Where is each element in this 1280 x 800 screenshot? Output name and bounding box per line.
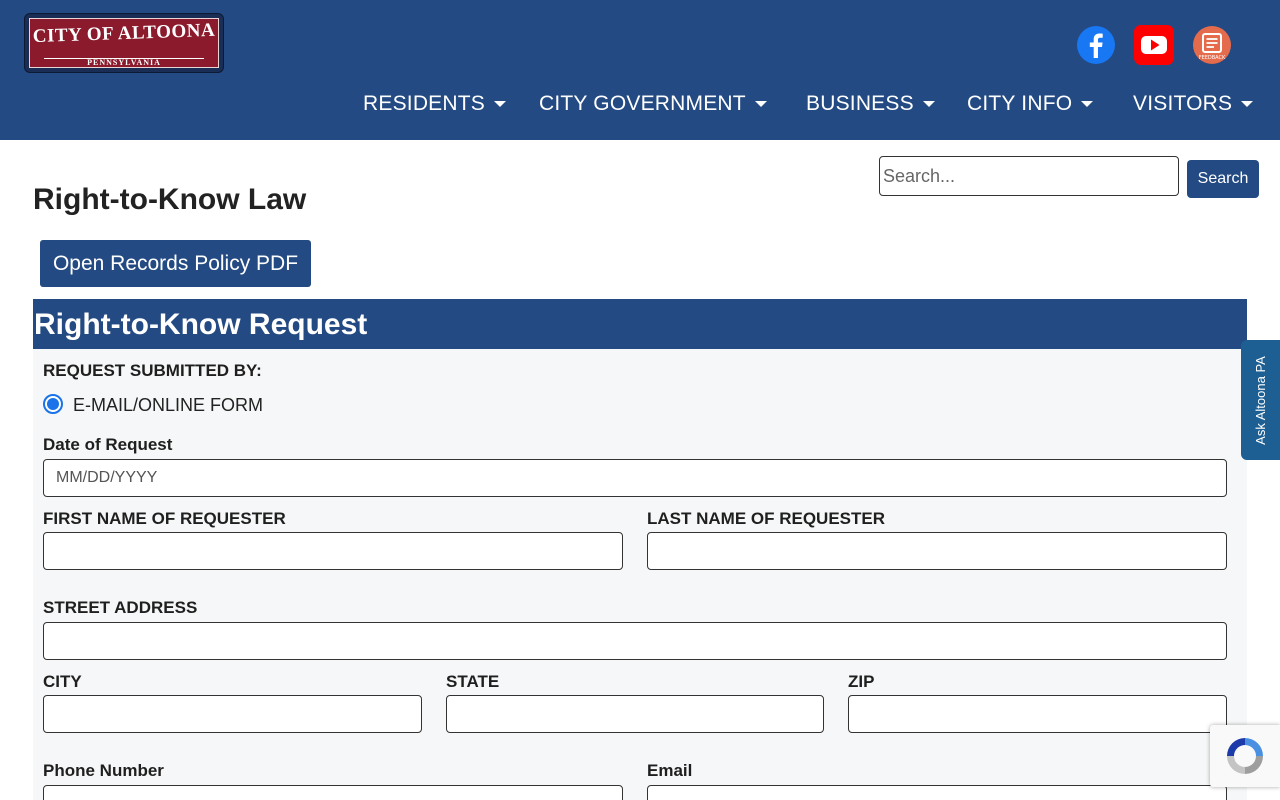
city-label: CITY xyxy=(43,672,82,691)
form-title: Right-to-Know Request xyxy=(33,299,1247,349)
submitted-by-label: REQUEST SUBMITTED BY: xyxy=(43,361,262,380)
feedback-icon: FEEDBACK xyxy=(1193,26,1231,64)
caret-down-icon xyxy=(494,101,506,107)
nav-city-info[interactable]: CITY INFO xyxy=(967,88,1094,120)
nav-visitors[interactable]: VISITORS xyxy=(1133,88,1254,120)
date-of-request-field[interactable] xyxy=(43,459,1227,497)
ask-altoona-tab[interactable]: Ask Altoona PA xyxy=(1241,340,1280,460)
nav-city-info-label: CITY INFO xyxy=(967,92,1073,115)
street-address-label: STREET ADDRESS xyxy=(43,598,198,617)
facebook-link[interactable] xyxy=(1076,25,1116,65)
city-field[interactable] xyxy=(43,695,422,733)
last-name-field[interactable] xyxy=(647,532,1227,570)
first-name-label: FIRST NAME OF REQUESTER xyxy=(43,509,286,528)
feedback-link[interactable]: FEEDBACK xyxy=(1192,25,1232,65)
ask-altoona-label: Ask Altoona PA xyxy=(1253,355,1268,445)
last-name-label: LAST NAME OF REQUESTER xyxy=(647,509,886,528)
search-input[interactable] xyxy=(879,156,1179,196)
caret-down-icon xyxy=(1081,101,1094,107)
email-field[interactable] xyxy=(647,785,1227,800)
phone-number-label: Phone Number xyxy=(43,761,164,780)
feedback-label: FEEDBACK xyxy=(1199,55,1226,61)
nav-residents-label: RESIDENTS xyxy=(363,92,485,115)
youtube-link[interactable] xyxy=(1134,25,1174,65)
youtube-icon xyxy=(1134,25,1174,65)
email-label: Email xyxy=(647,761,693,780)
street-address-field[interactable] xyxy=(43,622,1227,660)
logo-emblem: CITY OF ALTOONA PENNSYLVANIA xyxy=(29,18,219,68)
recaptcha-icon xyxy=(1227,738,1263,774)
zip-field[interactable] xyxy=(848,695,1227,733)
zip-label: ZIP xyxy=(848,672,875,691)
site-header: CITY OF ALTOONA PENNSYLVANIA FEEDBACK RE… xyxy=(0,0,1280,140)
search-button[interactable]: Search xyxy=(1187,160,1259,198)
logo-subtitle: PENNSYLVANIA xyxy=(87,58,161,67)
nav-city-government[interactable]: CITY GOVERNMENT xyxy=(539,88,767,120)
nav-business[interactable]: BUSINESS xyxy=(806,88,935,120)
state-field[interactable] xyxy=(446,695,824,733)
email-online-form-radio[interactable] xyxy=(43,394,63,414)
page-title: Right-to-Know Law xyxy=(33,183,307,216)
date-of-request-label: Date of Request xyxy=(43,435,173,454)
nav-visitors-label: VISITORS xyxy=(1133,92,1233,115)
phone-number-field[interactable] xyxy=(43,785,623,800)
facebook-icon xyxy=(1077,26,1115,64)
nav-city-government-label: CITY GOVERNMENT xyxy=(539,92,746,115)
email-online-form-label[interactable]: E-MAIL/ONLINE FORM xyxy=(73,395,263,416)
radio-selected-dot xyxy=(47,398,59,410)
nav-business-label: BUSINESS xyxy=(806,92,914,115)
open-records-policy-button[interactable]: Open Records Policy PDF xyxy=(40,240,311,287)
caret-down-icon xyxy=(922,101,935,107)
caret-down-icon xyxy=(754,101,767,107)
recaptcha-badge[interactable] xyxy=(1210,725,1280,787)
logo-title: CITY OF ALTOONA xyxy=(32,19,216,48)
first-name-field[interactable] xyxy=(43,532,623,570)
city-logo[interactable]: CITY OF ALTOONA PENNSYLVANIA xyxy=(24,13,224,73)
state-label: STATE xyxy=(446,672,500,691)
caret-down-icon xyxy=(1241,101,1254,107)
nav-residents[interactable]: RESIDENTS xyxy=(363,88,506,120)
